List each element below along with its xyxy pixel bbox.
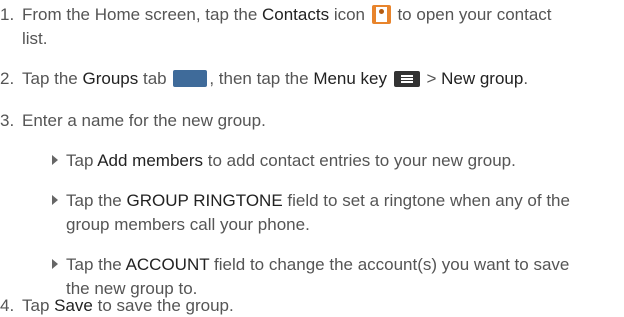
menu-key-icon (393, 71, 420, 87)
step-4: 4. Tap Save to save the group. (0, 296, 234, 315)
save-label: Save (54, 296, 93, 315)
step-number: 1. (0, 5, 15, 24)
groups-label: Groups (82, 69, 139, 88)
step-1-continued: list. (22, 29, 48, 48)
triangle-bullet-icon (52, 195, 58, 205)
step-number: 4. (0, 296, 15, 315)
step-1: 1. From the Home screen, tap the Contacts… (0, 5, 552, 24)
contacts-label: Contacts (262, 5, 330, 24)
subitem-account: Tap the ACCOUNT field to change the acco… (52, 254, 569, 276)
subitem-group-ringtone-continued: group members call your phone. (66, 215, 310, 234)
triangle-bullet-icon (52, 155, 58, 165)
step-2: 2. Tap the Groups tab , then tap the Menu… (0, 69, 529, 88)
groups-icon (173, 70, 208, 87)
subitem-add-members: Tap Add members to add contact entries t… (52, 150, 516, 172)
contacts-icon (371, 5, 391, 24)
menu-key-label: Menu key (313, 69, 388, 88)
step-number: 3. (0, 111, 15, 130)
new-group-label: New group (441, 69, 524, 88)
triangle-bullet-icon (52, 259, 58, 269)
subitem-group-ringtone: Tap the GROUP RINGTONE field to set a ri… (52, 190, 570, 212)
instructions: 1. From the Home screen, tap the Contacts… (0, 0, 624, 317)
step-3: 3. Enter a name for the new group. (0, 111, 266, 130)
step-number: 2. (0, 69, 15, 88)
